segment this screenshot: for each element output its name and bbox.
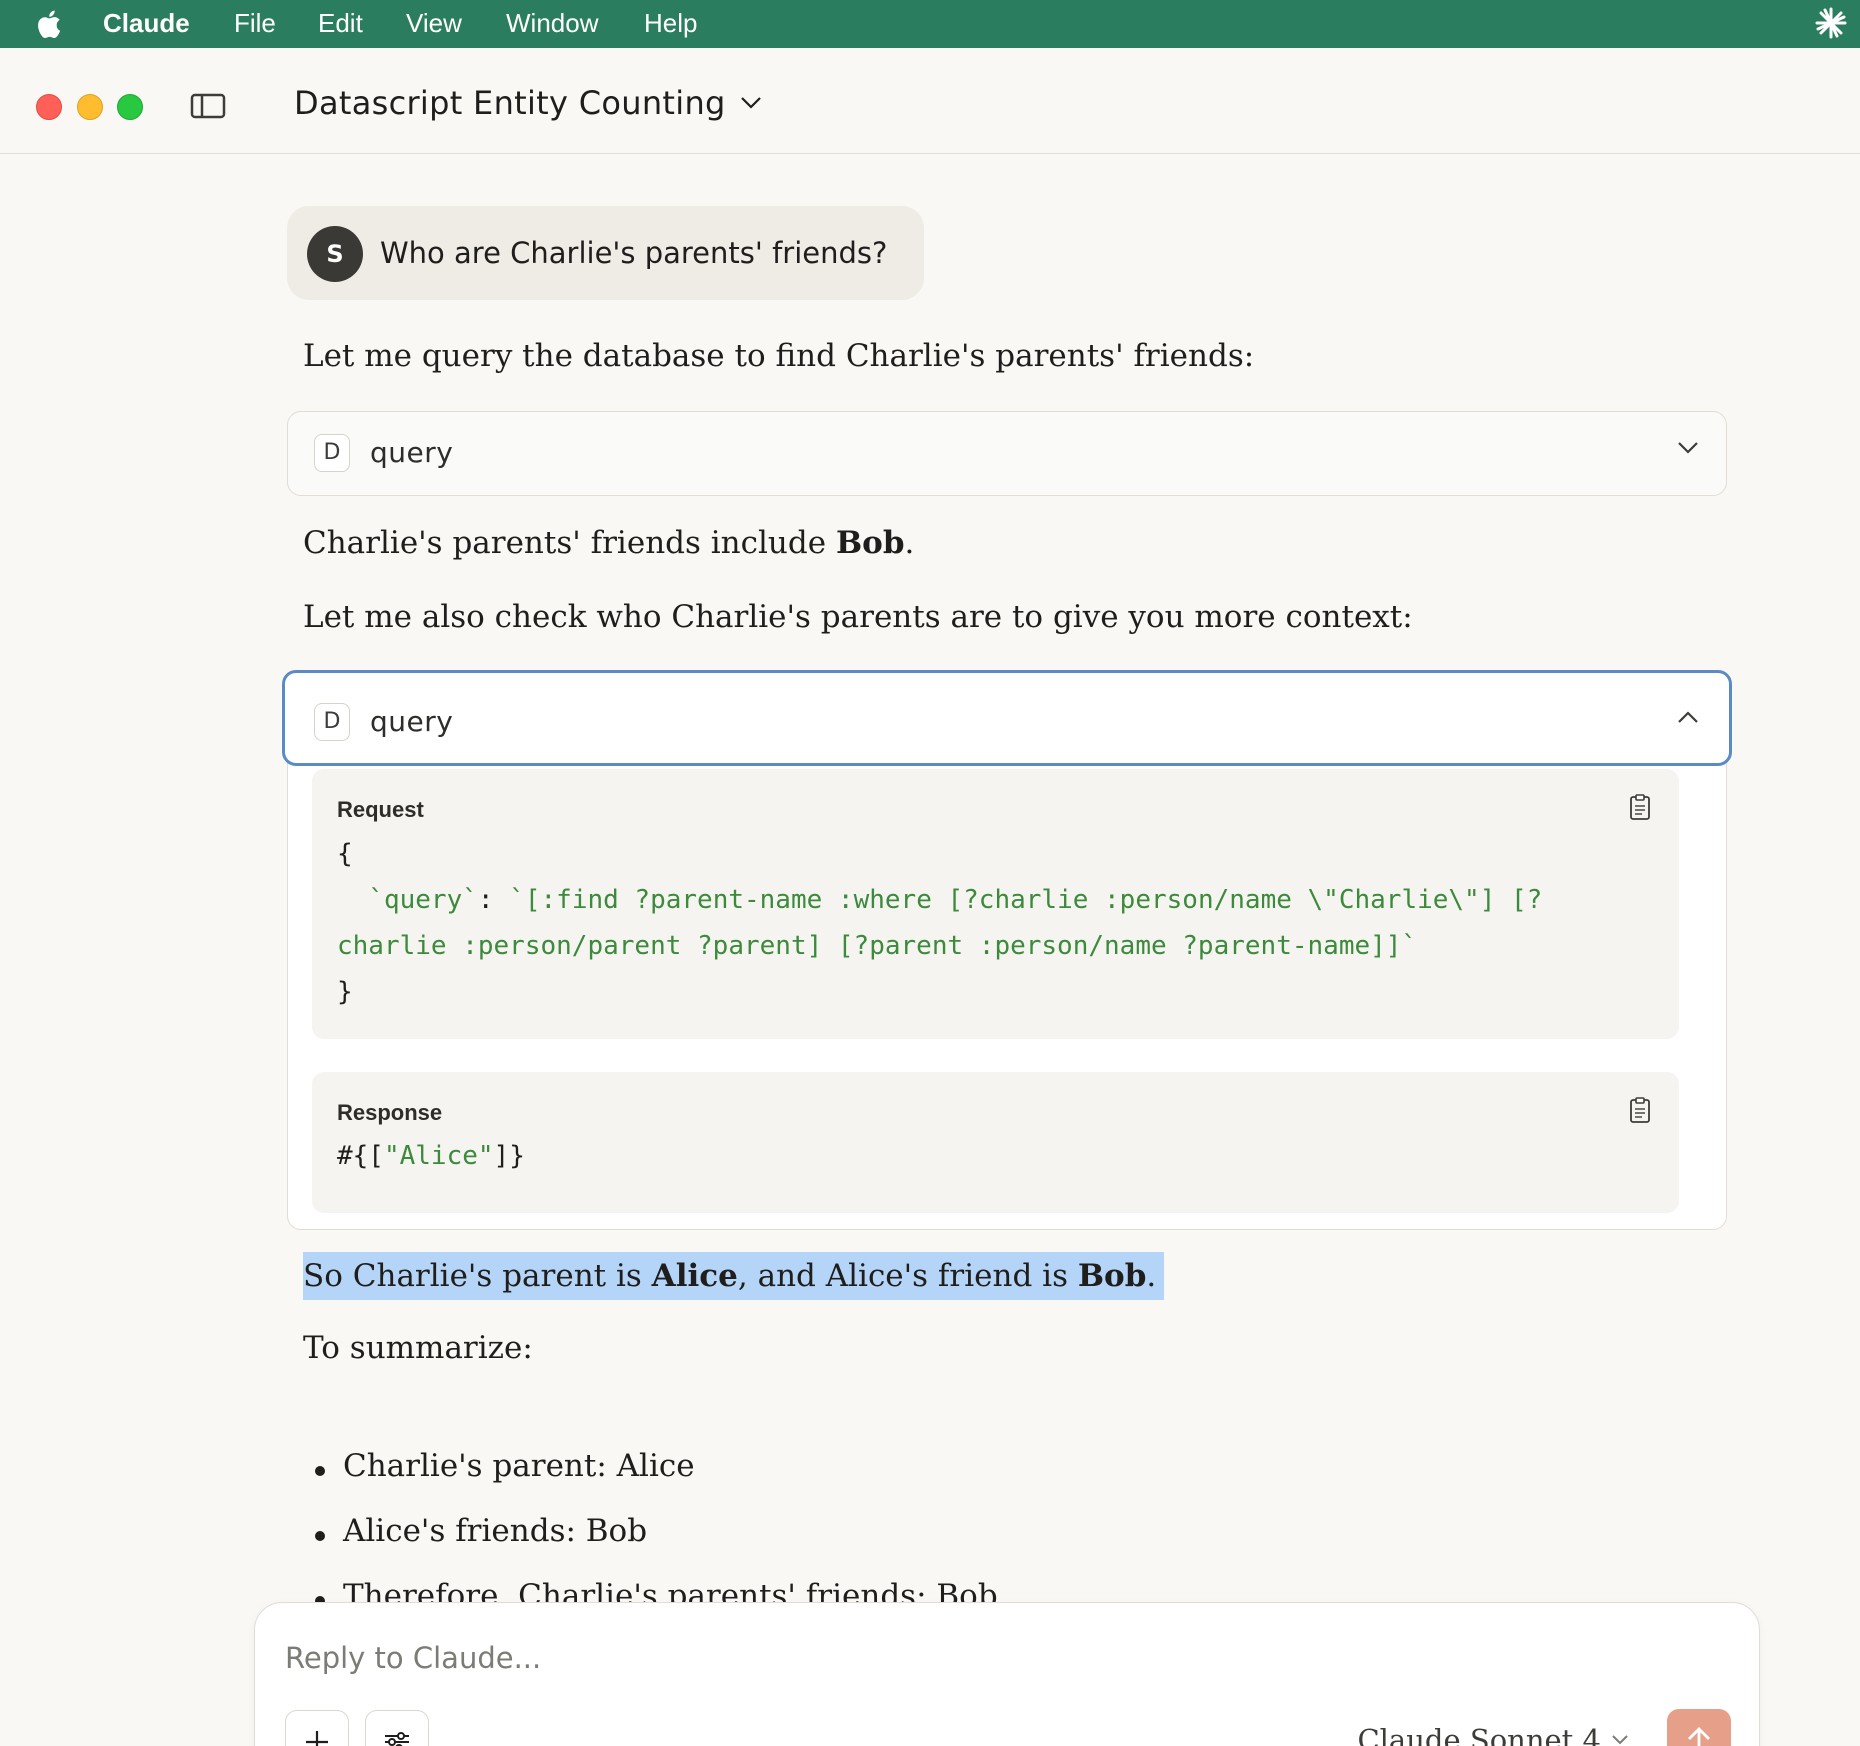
code-brace-close: } [337,977,353,1007]
tool-name: query [370,436,454,469]
tool-name: query [370,705,454,738]
conclusion-paragraph: So Charlie's parent is Alice, and Alice'… [303,1252,1165,1300]
claude-spark-icon[interactable] [1814,6,1848,47]
add-attachment-button[interactable] [285,1710,349,1746]
reply-input[interactable] [285,1633,1485,1683]
selected-text: So Charlie's parent is Alice, and Alice'… [303,1252,1165,1300]
menu-help[interactable]: Help [644,8,697,39]
summary-list: Charlie's parent: Alice Alice's friends:… [303,1448,998,1604]
conclusion-text-3: . [1146,1258,1157,1294]
user-avatar: S [307,226,363,282]
close-window-button[interactable] [36,94,62,120]
zoom-window-button[interactable] [117,94,143,120]
model-selector[interactable]: Claude Sonnet 4 [1357,1723,1629,1746]
conclusion-bold-2: Bob [1077,1258,1147,1294]
sliders-icon [385,1732,409,1746]
followup-paragraph: Let me also check who Charlie's parents … [303,599,1413,635]
list-item: Charlie's parent: Alice [303,1448,998,1513]
response-suffix: ]} [493,1141,525,1171]
code-brace-open: { [337,839,353,869]
request-label: Request [337,797,424,822]
code-colon: : [477,885,510,915]
menu-file[interactable]: File [234,8,276,39]
result-bold: Bob [835,525,905,561]
menu-bar: Claude File Edit View Window Help [0,0,1860,48]
menu-edit[interactable]: Edit [318,8,363,39]
app-window: Datascript Entity Counting S Who are Cha… [0,48,1860,1746]
clipboard-icon[interactable] [1629,1096,1651,1124]
summary-clip: Charlie's parent: Alice Alice's friends:… [0,1448,1860,1604]
plus-icon [306,1731,328,1746]
tool-header[interactable]: D query [282,670,1732,766]
response-box: Response #{["Alice"]} [312,1072,1679,1213]
tools-button[interactable] [365,1710,429,1746]
send-button[interactable] [1667,1709,1731,1746]
title-bar: Datascript Entity Counting [0,48,1860,154]
conversation-title-text: Datascript Entity Counting [294,84,726,122]
menu-app-name[interactable]: Claude [103,8,190,39]
clipboard-icon[interactable] [1629,793,1651,821]
composer: Claude Sonnet 4 [254,1602,1760,1746]
request-code: { `query`: `[:find ?parent-name :where [… [337,831,1542,1015]
tool-badge: D [314,703,350,741]
response-label: Response [337,1100,443,1125]
code-value-line1: `[:find ?parent-name :where [?charlie :p… [509,885,1543,915]
result-text: Charlie's parents' friends include [303,525,836,561]
arrow-up-icon [1688,1727,1710,1746]
apple-logo-icon[interactable] [34,8,62,47]
user-message-text: Who are Charlie's parents' friends? [380,236,888,270]
list-item: Therefore, Charlie's parents' friends: B… [303,1578,998,1604]
assistant-intro: Let me query the database to find Charli… [303,338,1255,374]
request-box: Request { `query`: `[:find ?parent-name … [312,769,1679,1039]
tool-call-query-collapsed[interactable]: D query [287,411,1727,496]
response-value: "Alice" [383,1141,494,1171]
menu-window[interactable]: Window [506,8,598,39]
result-suffix: . [904,525,915,561]
conclusion-text-1: So Charlie's parent is [303,1258,652,1294]
response-code: #{["Alice"]} [337,1133,525,1179]
tool-badge: D [314,434,350,472]
tool-header[interactable]: D query [288,412,1726,496]
user-message: S Who are Charlie's parents' friends? [287,206,924,300]
minimize-window-button[interactable] [77,94,103,120]
chevron-down-icon[interactable] [1676,440,1700,456]
tool-call-query-expanded: D query Request { `query`: `[:find ?pare… [282,670,1732,1230]
summary-intro: To summarize: [303,1330,533,1366]
chevron-down-icon [740,97,761,109]
chevron-up-icon[interactable] [1676,709,1700,725]
result-paragraph: Charlie's parents' friends include Bob. [303,525,914,561]
sidebar-toggle-icon[interactable] [190,92,226,124]
list-item: Alice's friends: Bob [303,1513,998,1578]
conversation-title[interactable]: Datascript Entity Counting [294,84,762,122]
chevron-down-icon [1612,1735,1628,1745]
model-name: Claude Sonnet 4 [1357,1723,1601,1746]
conclusion-text-2: , and Alice's friend is [737,1258,1078,1294]
code-value-line2: charlie :person/parent ?parent] [?parent… [337,931,1418,961]
code-key: `query` [368,885,478,915]
menu-view[interactable]: View [406,8,462,39]
response-prefix: #{[ [337,1141,384,1171]
conclusion-bold-1: Alice [651,1258,738,1294]
